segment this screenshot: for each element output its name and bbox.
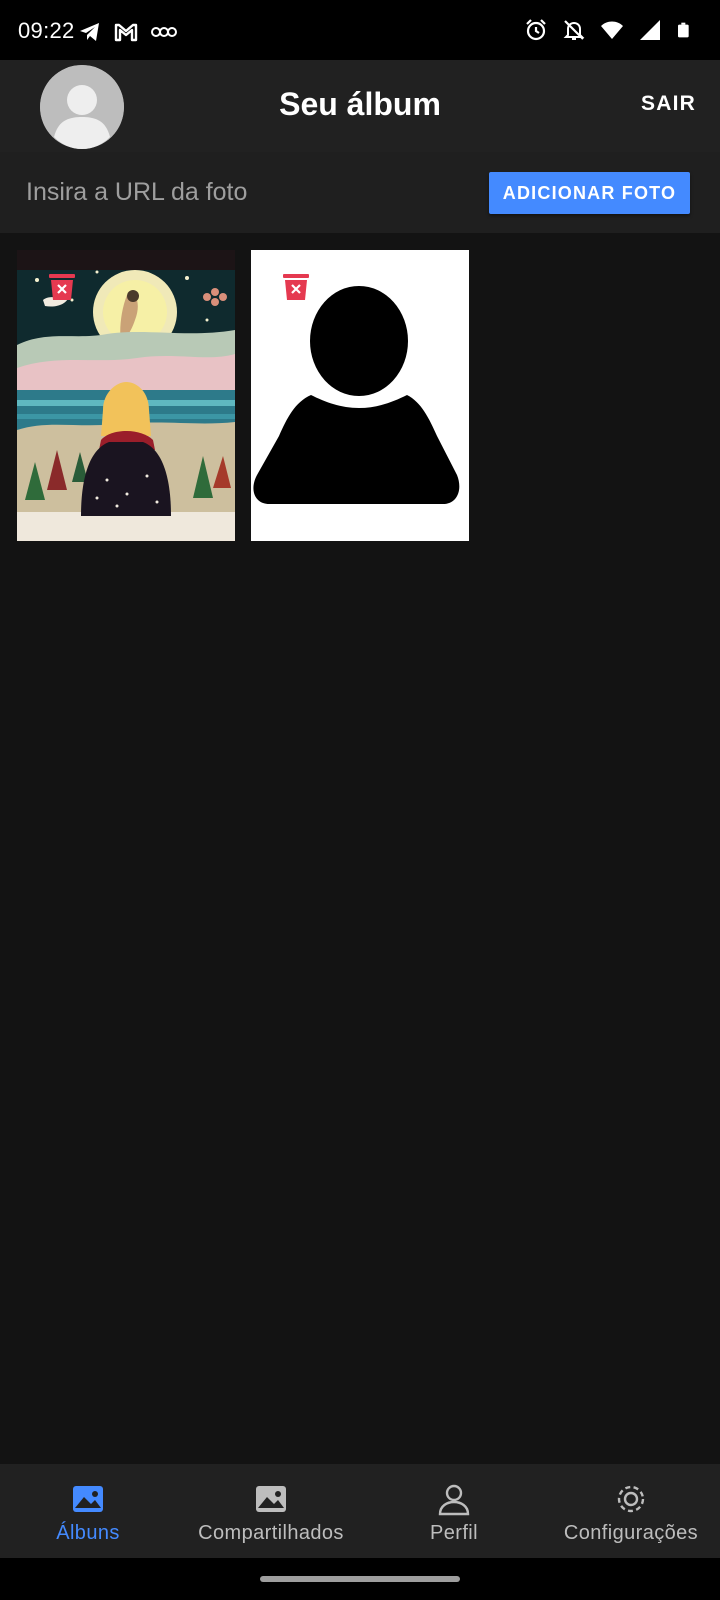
photo-album-icon xyxy=(73,1486,103,1512)
nav-label: Configurações xyxy=(563,1522,699,1544)
nav-label: Perfil xyxy=(430,1522,478,1544)
trash-icon[interactable] xyxy=(47,272,77,302)
home-gesture-handle[interactable] xyxy=(260,1576,460,1582)
page-title: Seu álbum xyxy=(279,86,441,122)
voicemail-icon xyxy=(151,27,177,37)
shared-photo-icon xyxy=(256,1486,286,1512)
nav-label: Álbuns xyxy=(56,1522,120,1544)
wifi-icon xyxy=(601,21,623,39)
gmail-icon xyxy=(114,23,138,42)
alarm-icon xyxy=(526,19,546,41)
notifications-off-icon xyxy=(563,20,585,40)
telegram-icon xyxy=(80,23,99,41)
nav-item-albuns[interactable]: Álbuns xyxy=(38,1464,138,1558)
app-bar: Seu álbum SAIR xyxy=(0,60,720,152)
url-input-bar: ADICIONAR FOTO xyxy=(0,152,720,233)
photo-url-input[interactable] xyxy=(26,172,446,212)
nav-item-compartilhados[interactable]: Compartilhados xyxy=(186,1464,356,1558)
photo-card[interactable] xyxy=(17,250,235,541)
person-icon xyxy=(438,1484,470,1516)
nav-label: Compartilhados xyxy=(198,1522,344,1544)
trash-icon[interactable] xyxy=(281,272,311,302)
gear-icon xyxy=(617,1485,645,1513)
nav-item-configuracoes[interactable]: Configurações xyxy=(553,1464,709,1558)
nav-item-perfil[interactable]: Perfil xyxy=(404,1464,504,1558)
bottom-navigation: Álbuns Compartilhados Perfil Configuraçõ… xyxy=(0,1464,720,1558)
photo-card[interactable] xyxy=(251,250,469,541)
gesture-bar xyxy=(0,1558,720,1600)
battery-icon xyxy=(678,22,689,38)
status-bar: 09:22 xyxy=(0,0,720,60)
logout-button[interactable]: SAIR xyxy=(641,92,696,116)
add-photo-button[interactable]: ADICIONAR FOTO xyxy=(489,172,690,214)
status-time: 09:22 xyxy=(18,18,75,43)
signal-icon xyxy=(640,20,660,40)
